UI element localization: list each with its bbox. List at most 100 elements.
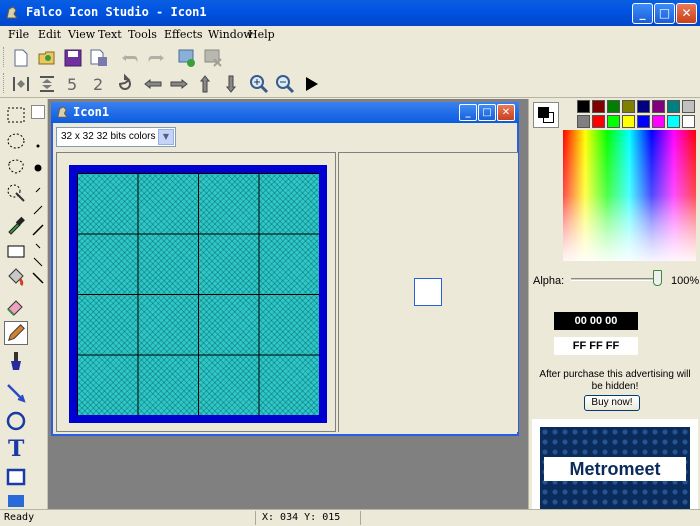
ad-brand: Metromeet	[544, 457, 686, 481]
minimize-button[interactable]: _	[632, 3, 653, 24]
palette-swatch[interactable]	[637, 115, 650, 128]
brush-size-6[interactable]	[31, 223, 45, 237]
ellipse-select-icon[interactable]	[4, 129, 28, 153]
menu-help[interactable]: Help	[248, 28, 275, 41]
advertising-notice: After purchase this advertising will be …	[539, 369, 691, 392]
flip-horizontal-icon[interactable]	[10, 73, 32, 95]
buy-now-button[interactable]: Buy now!	[584, 395, 640, 411]
window-title: Falco Icon Studio - Icon1	[26, 5, 207, 19]
rotate-icon[interactable]	[114, 73, 136, 95]
add-image-icon[interactable]	[176, 47, 198, 69]
icon-document-window: Icon1 _ □ ✕ 32 x 32 32 bits colors ▼	[51, 102, 519, 436]
eyedropper-icon[interactable]	[4, 213, 28, 237]
shift-right-icon[interactable]	[168, 73, 190, 95]
magic-wand-icon[interactable]	[4, 181, 28, 205]
toolbar-grip-2[interactable]	[3, 73, 6, 93]
palette-swatch[interactable]	[592, 100, 605, 113]
svg-text:T: T	[8, 436, 25, 459]
open-folder-icon[interactable]	[36, 47, 58, 69]
palette-swatch[interactable]	[607, 115, 620, 128]
svg-text:5: 5	[67, 75, 77, 94]
doc-minimize-button[interactable]: _	[459, 104, 477, 121]
rotate-right-icon[interactable]: 2	[88, 73, 110, 95]
zoom-in-icon[interactable]	[248, 73, 270, 95]
chevron-down-icon[interactable]: ▼	[158, 129, 174, 145]
document-title-bar[interactable]: Icon1 _ □ ✕	[51, 102, 519, 123]
alpha-slider-track[interactable]	[571, 278, 659, 281]
shift-up-icon[interactable]	[194, 73, 216, 95]
image-format-select[interactable]: 32 x 32 32 bits colors ▼	[56, 127, 176, 147]
save-icon[interactable]	[62, 47, 84, 69]
rect-select-icon[interactable]	[4, 103, 28, 127]
brush-icon[interactable]	[4, 349, 28, 373]
palette-swatch[interactable]	[622, 100, 635, 113]
palette-swatch[interactable]	[637, 100, 650, 113]
palette-swatch[interactable]	[577, 115, 590, 128]
svg-text:2: 2	[93, 75, 103, 94]
shift-left-icon[interactable]	[142, 73, 164, 95]
brush-size-4[interactable]	[31, 183, 45, 197]
palette-swatch[interactable]	[682, 100, 695, 113]
flip-vertical-icon[interactable]	[36, 73, 58, 95]
palette-swatch[interactable]	[592, 115, 605, 128]
menu-text[interactable]: Text	[98, 28, 122, 41]
brush-size-2[interactable]	[31, 139, 45, 153]
background-hex[interactable]: FF FF FF	[554, 337, 638, 355]
pixel-canvas[interactable]	[77, 173, 319, 415]
brush-size-9[interactable]	[31, 271, 45, 285]
doc-close-button[interactable]: ✕	[497, 104, 515, 121]
menu-bar: File Edit View Text Tools Effects Window…	[0, 26, 700, 44]
fill-bucket-icon[interactable]	[4, 265, 28, 289]
rectangle-icon[interactable]	[4, 239, 28, 263]
palette-swatch[interactable]	[652, 100, 665, 113]
menu-window[interactable]: Window	[208, 28, 253, 41]
foreground-color[interactable]	[538, 107, 549, 118]
foreground-hex[interactable]: 00 00 00	[554, 312, 638, 330]
maximize-button[interactable]: □	[654, 3, 675, 24]
delete-image-icon[interactable]	[202, 47, 224, 69]
palette-swatch[interactable]	[667, 100, 680, 113]
menu-tools[interactable]: Tools	[128, 28, 157, 41]
menu-edit[interactable]: Edit	[38, 28, 61, 41]
redo-icon[interactable]	[144, 47, 166, 69]
brush-size-5[interactable]	[31, 203, 45, 217]
undo-icon[interactable]	[120, 47, 142, 69]
status-bar: Ready X: 034 Y: 015	[0, 509, 700, 526]
palette-swatch[interactable]	[682, 115, 695, 128]
brush-size-3[interactable]	[31, 161, 45, 175]
doc-maximize-button[interactable]: □	[478, 104, 496, 121]
ad-banner[interactable]: Metromeet	[540, 427, 690, 509]
filled-rect-icon[interactable]	[4, 465, 28, 489]
advertising-box[interactable]: Metromeet	[532, 419, 698, 509]
play-icon[interactable]	[300, 73, 322, 95]
eraser-icon[interactable]	[4, 295, 28, 319]
palette-swatch[interactable]	[667, 115, 680, 128]
pencil-icon[interactable]	[4, 321, 28, 345]
palette-swatch[interactable]	[652, 115, 665, 128]
shift-down-icon[interactable]	[220, 73, 242, 95]
line-icon[interactable]	[4, 381, 28, 405]
save-as-icon[interactable]	[88, 47, 110, 69]
text-icon[interactable]: T	[4, 435, 28, 459]
brush-size-7[interactable]	[31, 239, 45, 253]
close-button[interactable]: ✕	[676, 3, 697, 24]
color-spectrum[interactable]	[563, 130, 696, 261]
brush-size-8[interactable]	[31, 255, 45, 269]
palette-swatch[interactable]	[607, 100, 620, 113]
palette-swatch[interactable]	[577, 100, 590, 113]
palette-swatch[interactable]	[622, 115, 635, 128]
menu-effects[interactable]: Effects	[164, 28, 203, 41]
menu-file[interactable]: File	[8, 28, 29, 41]
alpha-slider-thumb[interactable]	[653, 270, 662, 286]
toolbar-grip[interactable]	[3, 47, 6, 67]
ellipse-icon[interactable]	[4, 409, 28, 433]
zoom-out-icon[interactable]	[274, 73, 296, 95]
rotate-left-icon[interactable]: 5	[62, 73, 84, 95]
lasso-select-icon[interactable]	[4, 155, 28, 179]
fg-bg-color-selector[interactable]	[533, 102, 559, 128]
tool-palette: T	[0, 99, 48, 509]
alpha-label: Alpha:	[533, 275, 565, 287]
menu-view[interactable]: View	[68, 28, 95, 41]
new-icon[interactable]	[10, 47, 32, 69]
brush-size-1[interactable]	[31, 105, 45, 119]
